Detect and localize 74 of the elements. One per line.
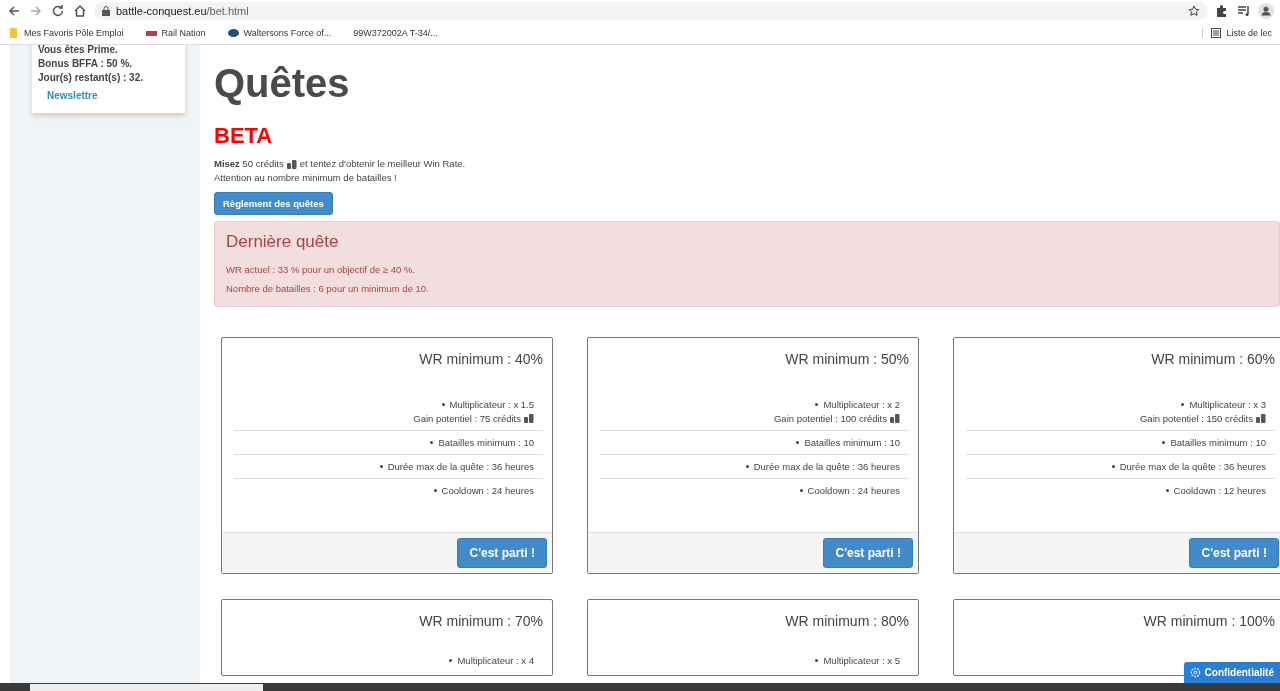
multiplier-text: Multiplicateur : x 4 — [457, 655, 534, 666]
taskbar-search-field[interactable] — [30, 684, 263, 691]
warning-text: Attention au nombre minimum de batailles ! — [214, 171, 398, 185]
home-icon[interactable] — [72, 3, 88, 19]
coins-icon — [286, 159, 297, 169]
bullet-icon — [815, 403, 819, 406]
playlist-icon[interactable] — [1236, 3, 1252, 19]
bullet-icon — [1162, 441, 1166, 444]
address-bar[interactable]: battle-conquest.eu/bet.html — [94, 2, 1208, 20]
quest-title: WR minimum : 100% — [1143, 613, 1275, 629]
rules-button[interactable]: Règlement des quêtes — [214, 192, 333, 215]
quest-title: WR minimum : 70% — [419, 613, 543, 629]
newsletter-link[interactable]: Newslettre — [47, 89, 98, 103]
quest-title: WR minimum : 60% — [1151, 351, 1275, 367]
multiplier-text: Multiplicateur : x 3 — [1189, 399, 1266, 410]
bullet-icon — [745, 465, 749, 468]
privacy-button[interactable]: Confidentialité — [1183, 662, 1280, 683]
bullet-icon — [799, 489, 803, 492]
intro-text: Misez 50 crédits — [214, 157, 284, 171]
cooldown-text: Cooldown : 24 heures — [807, 485, 900, 496]
bookmark[interactable]: 99W372002A T-34/... — [353, 28, 438, 38]
battles-text: Batailles minimum : 10 — [438, 437, 534, 448]
cooldown-text: Cooldown : 24 heures — [441, 485, 534, 496]
gear-icon — [1189, 667, 1201, 678]
start-button[interactable]: C'est parti ! — [457, 538, 547, 568]
bookmark[interactable]: Rail Nation — [145, 28, 206, 38]
lock-icon — [102, 6, 110, 16]
bullet-icon — [1111, 465, 1115, 468]
bullet-icon — [433, 489, 437, 492]
start-button[interactable]: C'est parti ! — [1189, 538, 1279, 568]
beta-label: BETA — [214, 123, 274, 149]
page-title: Quêtes — [214, 60, 351, 107]
quest-title: WR minimum : 40% — [419, 351, 543, 367]
bullet-icon — [1181, 403, 1185, 406]
battles-text: Batailles minimum : 10 — [804, 437, 900, 448]
gain-text: Gain potentiel : 100 crédits — [774, 413, 887, 424]
bullet-icon — [430, 441, 434, 444]
star-icon[interactable] — [1188, 5, 1200, 17]
list-icon — [1211, 28, 1222, 38]
bullet-icon — [1165, 489, 1169, 492]
alert-text: Nombre de batailles : 6 pour un minimum de 10. — [226, 282, 430, 296]
intro-text: et tentez d'obtenir le meilleur Win Rate. — [299, 157, 466, 171]
profile-icon[interactable] — [1258, 3, 1274, 19]
coins-icon — [1256, 414, 1266, 423]
coins-icon — [890, 414, 900, 423]
battles-text: Batailles minimum : 10 — [1170, 437, 1266, 448]
quest-title: WR minimum : 50% — [785, 351, 909, 367]
bullet-icon — [815, 659, 819, 662]
bullet-icon — [796, 441, 800, 444]
bullet-icon — [441, 403, 445, 406]
bookmark[interactable]: Mes Favoris Pôle Emploi — [8, 28, 124, 38]
account-info-text: Bonus BFFA : 50 %. — [38, 57, 134, 71]
coins-icon — [524, 414, 534, 423]
gain-text: Gain potentiel : 75 crédits — [413, 413, 521, 424]
multiplier-text: Multiplicateur : x 5 — [823, 655, 900, 666]
duration-text: Durée max de la quête : 36 heures — [387, 461, 534, 472]
start-button[interactable]: C'est parti ! — [823, 538, 913, 568]
multiplier-text: Multiplicateur : x 1.5 — [449, 399, 534, 410]
bullet-icon — [379, 465, 383, 468]
url-text: battle-conquest.eu/bet.html — [116, 5, 249, 17]
alert-title: Dernière quête — [226, 232, 339, 252]
duration-text: Durée max de la quête : 36 heures — [1119, 461, 1266, 472]
bookmark[interactable]: Waltersons Force of... — [227, 28, 332, 38]
bullet-icon — [449, 659, 453, 662]
gain-text: Gain potentiel : 150 crédits — [1140, 413, 1253, 424]
reading-list-button[interactable]: Liste de lec — [1202, 28, 1272, 38]
reload-icon[interactable] — [50, 3, 66, 19]
duration-text: Durée max de la quête : 36 heures — [753, 461, 900, 472]
cooldown-text: Cooldown : 12 heures — [1173, 485, 1266, 496]
alert-text: WR actuel : 33 % pour un objectif de ≥ 40 %. — [226, 263, 416, 277]
account-info-text: Vous êtes Prime. — [38, 45, 119, 57]
account-info-text: Jour(s) restant(s) : 32. — [38, 71, 145, 85]
quest-title: WR minimum : 80% — [785, 613, 909, 629]
multiplier-text: Multiplicateur : x 2 — [823, 399, 900, 410]
